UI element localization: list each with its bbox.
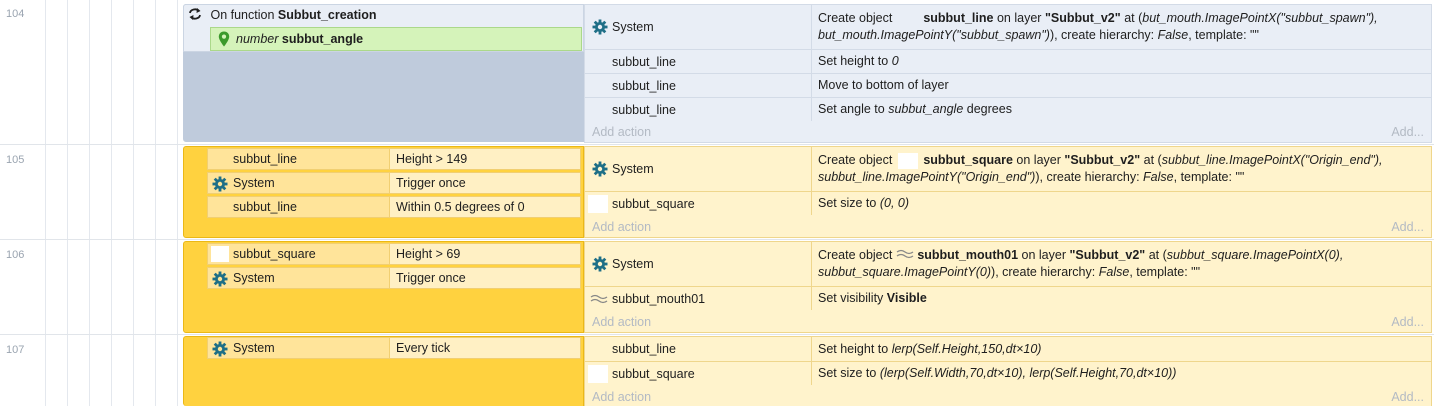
action-row[interactable]: subbut_line Set height to 0 bbox=[585, 49, 1431, 73]
add-action-row[interactable]: Add action Add... bbox=[585, 386, 1431, 408]
action-object[interactable]: subbut_square bbox=[585, 192, 812, 215]
action-row[interactable]: System Create object subbut_mouth01 on l… bbox=[585, 242, 1431, 286]
object-thumbnail bbox=[588, 364, 608, 383]
condition-text: Height > 69 bbox=[390, 243, 581, 265]
action-text[interactable]: Create object subbut_square on layer "Su… bbox=[818, 147, 1425, 191]
condition-text: Within 0.5 degrees of 0 bbox=[390, 196, 581, 218]
add-menu-link[interactable]: Add... bbox=[1391, 216, 1424, 238]
gear-icon bbox=[212, 271, 228, 287]
action-object[interactable]: subbut_mouth01 bbox=[585, 287, 812, 310]
action-text[interactable]: Create object subbut_line on layer "Subb… bbox=[818, 5, 1425, 49]
action-text[interactable]: Set height to lerp(Self.Height,150,dt×10… bbox=[818, 337, 1425, 361]
gear-icon bbox=[592, 256, 608, 272]
event-107[interactable]: 107 System Every tick subbut_line Set he… bbox=[0, 336, 1434, 406]
action-object[interactable]: subbut_line bbox=[585, 337, 812, 361]
condition-row[interactable]: System Every tick bbox=[207, 337, 581, 359]
condition-object: subbut_line bbox=[233, 200, 297, 214]
function-prefix: On function bbox=[210, 8, 275, 22]
condition-row[interactable]: subbut_square Height > 69 bbox=[207, 243, 581, 265]
add-action-link[interactable]: Add action bbox=[592, 216, 651, 238]
action-text[interactable]: Set height to 0 bbox=[818, 50, 1425, 73]
function-name: Subbut_creation bbox=[277, 8, 377, 22]
actions-block[interactable]: System Create object subbut_line on laye… bbox=[584, 4, 1432, 143]
add-action-row[interactable]: Add action Add... bbox=[585, 311, 1431, 333]
param-type: number bbox=[236, 32, 279, 46]
event-105[interactable]: 105 subbut_line Height > 149 System Trig… bbox=[0, 146, 1434, 238]
action-row[interactable]: subbut_square Set size to (lerp(Self.Wid… bbox=[585, 361, 1431, 385]
object-thumbnail bbox=[211, 246, 229, 262]
wave-icon bbox=[590, 294, 608, 303]
gear-icon bbox=[592, 161, 608, 177]
condition-object: subbut_line bbox=[233, 152, 297, 166]
condition-text: Height > 149 bbox=[390, 148, 581, 170]
add-action-row[interactable]: Add action Add... bbox=[585, 216, 1431, 238]
function-title[interactable]: On function Subbut_creation bbox=[187, 5, 377, 27]
condition-text: Every tick bbox=[390, 337, 581, 359]
condition-object: System bbox=[233, 341, 275, 355]
condition-text: Trigger once bbox=[390, 172, 581, 194]
object-thumbnail bbox=[897, 152, 918, 169]
function-param[interactable]: number subbut_angle bbox=[210, 27, 582, 51]
object-thumbnail bbox=[898, 11, 918, 27]
actions-block[interactable]: subbut_line Set height to lerp(Self.Heig… bbox=[584, 336, 1432, 406]
line-number: 106 bbox=[6, 249, 25, 261]
condition-object: System bbox=[233, 176, 275, 190]
action-object[interactable]: subbut_line bbox=[585, 74, 812, 97]
add-action-link[interactable]: Add action bbox=[592, 386, 651, 408]
action-object-name: System bbox=[612, 20, 654, 34]
add-action-link[interactable]: Add action bbox=[592, 311, 651, 333]
add-menu-link[interactable]: Add... bbox=[1391, 311, 1424, 333]
object-thumbnail bbox=[588, 194, 608, 213]
action-row[interactable]: subbut_line Move to bottom of layer bbox=[585, 73, 1431, 97]
action-text[interactable]: Create object subbut_mouth01 on layer "S… bbox=[818, 242, 1425, 286]
action-object-name: System bbox=[612, 257, 654, 271]
action-object[interactable]: System bbox=[585, 242, 812, 286]
condition-text: Trigger once bbox=[390, 267, 581, 289]
action-object[interactable]: System bbox=[585, 5, 812, 49]
add-menu-link[interactable]: Add... bbox=[1391, 121, 1424, 143]
action-row[interactable]: subbut_line Set angle to subbut_angle de… bbox=[585, 97, 1431, 121]
action-row[interactable]: subbut_line Set height to lerp(Self.Heig… bbox=[585, 337, 1431, 361]
action-object[interactable]: System bbox=[585, 147, 812, 191]
param-name: subbut_angle bbox=[281, 32, 364, 46]
action-text[interactable]: Set size to (0, 0) bbox=[818, 192, 1425, 215]
action-object[interactable]: subbut_line bbox=[585, 50, 812, 73]
actions-block[interactable]: System Create object subbut_mouth01 on l… bbox=[584, 241, 1432, 333]
action-text[interactable]: Set size to (lerp(Self.Width,70,dt×10), … bbox=[818, 362, 1425, 385]
event-106[interactable]: 106 subbut_square Height > 69 System Tri… bbox=[0, 241, 1434, 333]
action-text[interactable]: Set angle to subbut_angle degrees bbox=[818, 98, 1425, 121]
condition-object: subbut_square bbox=[233, 247, 316, 261]
add-action-row[interactable]: Add action Add... bbox=[585, 121, 1431, 143]
condition-object: System bbox=[233, 271, 275, 285]
event-104[interactable]: 104 On function Subbut_creation number s… bbox=[0, 0, 1434, 143]
gear-icon bbox=[212, 176, 228, 192]
condition-row[interactable]: System Trigger once bbox=[207, 267, 581, 289]
condition-row[interactable]: subbut_line Within 0.5 degrees of 0 bbox=[207, 196, 581, 218]
action-object[interactable]: subbut_line bbox=[585, 98, 812, 121]
action-text[interactable]: Move to bottom of layer bbox=[818, 74, 1425, 97]
loop-arrows-icon bbox=[189, 8, 201, 20]
action-text[interactable]: Set visibility Visible bbox=[818, 287, 1425, 310]
condition-row[interactable]: subbut_line Height > 149 bbox=[207, 148, 581, 170]
line-number: 105 bbox=[6, 154, 25, 166]
action-object[interactable]: subbut_square bbox=[585, 362, 812, 385]
wave-icon bbox=[896, 249, 914, 259]
condition-row[interactable]: System Trigger once bbox=[207, 172, 581, 194]
action-object-name: System bbox=[612, 162, 654, 176]
action-row[interactable]: System Create object subbut_square on la… bbox=[585, 147, 1431, 191]
gear-icon bbox=[212, 341, 228, 357]
gear-icon bbox=[592, 19, 608, 35]
add-menu-link[interactable]: Add... bbox=[1391, 386, 1424, 408]
line-number: 107 bbox=[6, 344, 25, 356]
action-row[interactable]: subbut_square Set size to (0, 0) bbox=[585, 191, 1431, 215]
action-row[interactable]: System Create object subbut_line on laye… bbox=[585, 5, 1431, 49]
add-action-link[interactable]: Add action bbox=[592, 121, 651, 143]
line-number: 104 bbox=[6, 8, 25, 20]
location-pin-icon bbox=[218, 31, 230, 47]
actions-block[interactable]: System Create object subbut_square on la… bbox=[584, 146, 1432, 238]
action-row[interactable]: subbut_mouth01 Set visibility Visible bbox=[585, 286, 1431, 310]
